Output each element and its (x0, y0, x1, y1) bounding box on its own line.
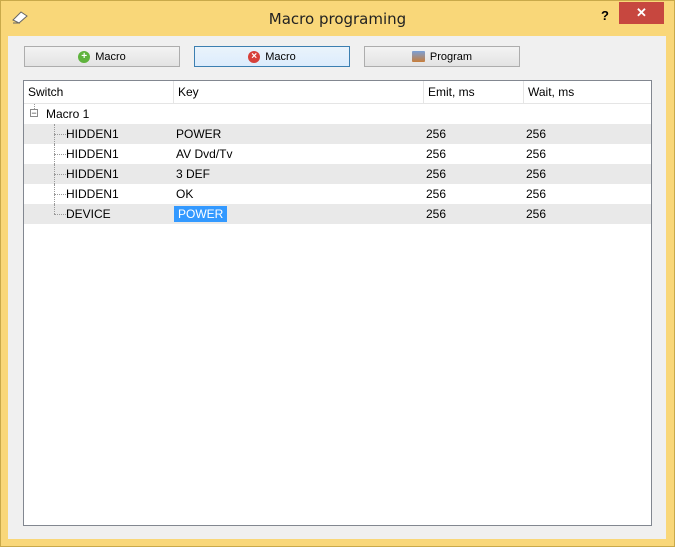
wait-cell: 256 (526, 167, 547, 181)
table-row[interactable]: DEVICE POWER 256 256 (24, 204, 651, 224)
remove-icon: × (248, 50, 261, 63)
dialog-body: + Macro × Macro Program Switch Key Emit,… (8, 36, 666, 539)
app-window: Macro programing ? ✕ + Macro × Macro Pro… (0, 0, 675, 547)
table-row[interactable]: HIDDEN1 OK 256 256 (24, 184, 651, 204)
emit-cell: 256 (426, 147, 447, 161)
collapse-icon[interactable]: − (30, 109, 38, 118)
wait-cell: 256 (526, 207, 547, 221)
key-cell-editor[interactable]: POWER (174, 204, 228, 224)
program-icon (411, 51, 425, 62)
close-button[interactable]: ✕ (619, 2, 664, 24)
help-button[interactable]: ? (593, 7, 617, 27)
selected-key-value[interactable]: POWER (174, 206, 228, 222)
key-cell: OK (176, 187, 194, 201)
remove-macro-label: Macro (265, 50, 296, 63)
group-label: Macro 1 (46, 107, 90, 121)
column-header-switch[interactable]: Switch (24, 81, 174, 103)
add-macro-label: Macro (95, 50, 126, 63)
program-button[interactable]: Program (364, 46, 520, 67)
switch-cell: HIDDEN1 (66, 167, 119, 181)
switch-cell: DEVICE (66, 207, 111, 221)
table-row[interactable]: HIDDEN1 AV Dvd/Tv 256 256 (24, 144, 651, 164)
table-row[interactable]: HIDDEN1 POWER 256 256 (24, 124, 651, 144)
remove-macro-button[interactable]: × Macro (194, 46, 350, 67)
program-label: Program (429, 50, 473, 63)
switch-cell: HIDDEN1 (66, 147, 119, 161)
column-header-emit[interactable]: Emit, ms (424, 81, 524, 103)
emit-cell: 256 (426, 127, 447, 141)
window-title: Macro programing (268, 10, 407, 28)
emit-cell: 256 (426, 187, 447, 201)
key-cell: POWER (176, 127, 222, 141)
emit-cell: 256 (426, 167, 447, 181)
switch-cell: HIDDEN1 (66, 187, 119, 201)
table-row[interactable]: HIDDEN1 3 DEF 256 256 (24, 164, 651, 184)
macro-tree[interactable]: Switch Key Emit, ms Wait, ms − Macro 1 H… (23, 80, 652, 526)
column-header-wait[interactable]: Wait, ms (524, 81, 651, 103)
wait-cell: 256 (526, 147, 547, 161)
emit-cell: 256 (426, 207, 447, 221)
tree-group-row[interactable]: − Macro 1 (24, 104, 651, 124)
add-macro-button[interactable]: + Macro (24, 46, 180, 67)
column-header-key[interactable]: Key (174, 81, 424, 103)
title-bar[interactable]: Macro programing ? ✕ (1, 1, 674, 37)
key-cell: AV Dvd/Tv (176, 147, 233, 161)
tree-header: Switch Key Emit, ms Wait, ms (24, 81, 651, 104)
key-cell: 3 DEF (176, 167, 211, 181)
wait-cell: 256 (526, 187, 547, 201)
switch-cell: HIDDEN1 (66, 127, 119, 141)
add-icon: + (78, 50, 91, 63)
wait-cell: 256 (526, 127, 547, 141)
